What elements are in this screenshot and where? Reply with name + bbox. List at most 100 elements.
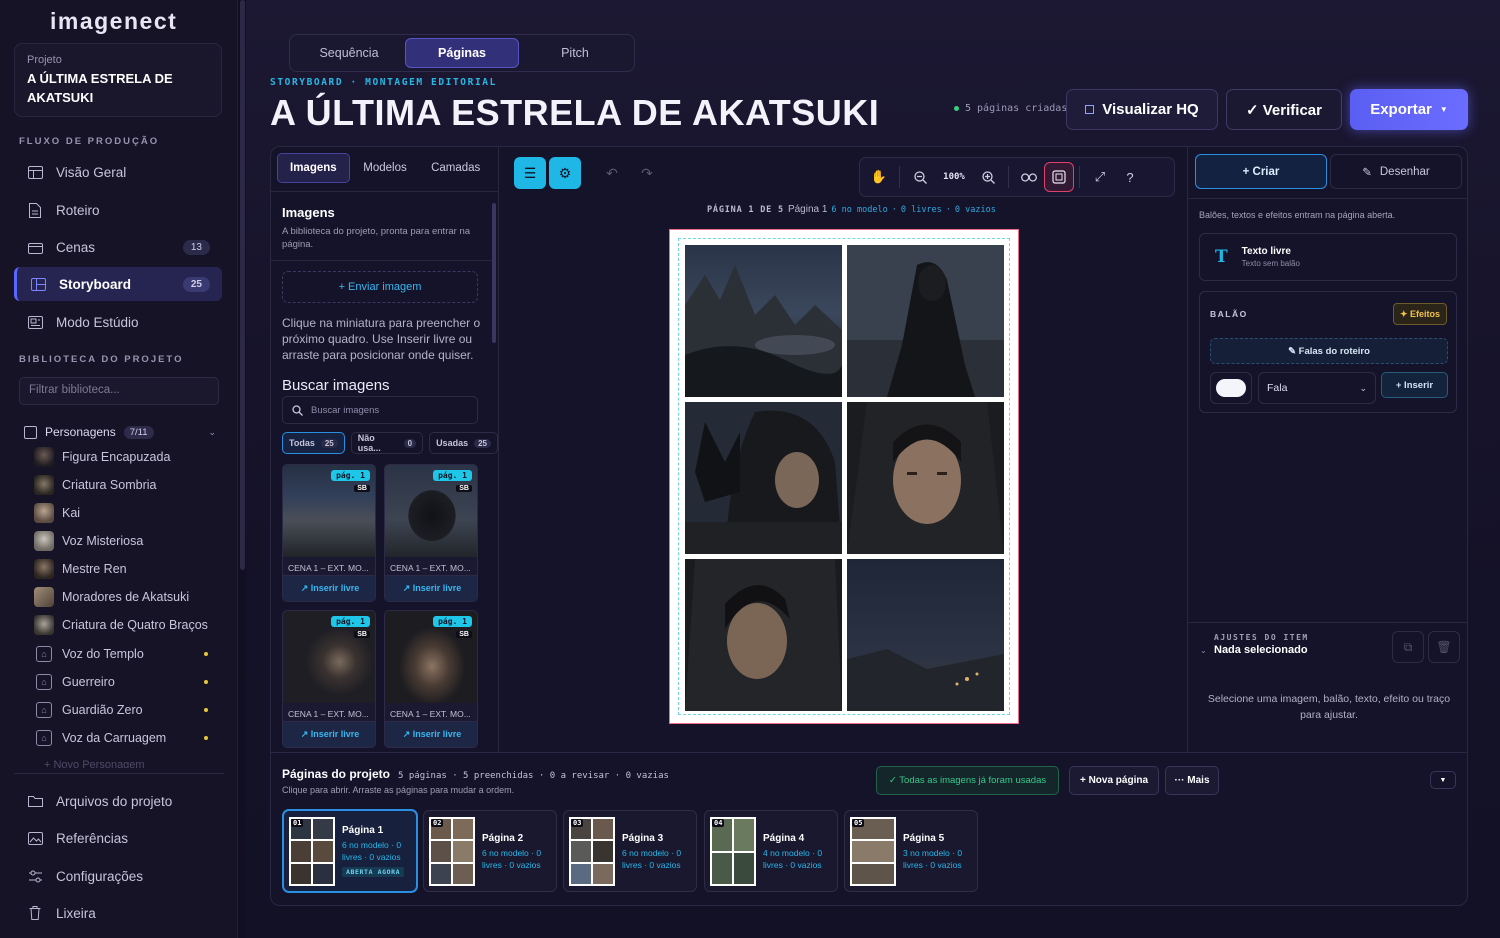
- redo-icon[interactable]: ↷: [631, 157, 663, 189]
- library-tabs: Imagens Modelos Camadas: [277, 153, 491, 183]
- nav-item-roteiro[interactable]: Roteiro: [14, 193, 222, 227]
- nav-item-lixeira[interactable]: Lixeira: [14, 896, 222, 930]
- chevron-down-icon[interactable]: ⌄: [1200, 646, 1207, 655]
- frame-guides-icon[interactable]: [1044, 162, 1074, 192]
- nav-item-referencias[interactable]: Referências: [14, 821, 222, 855]
- image-search-input[interactable]: Buscar imagens: [282, 396, 478, 424]
- more-button[interactable]: ··· Mais: [1165, 766, 1219, 795]
- zoom-in-icon[interactable]: [973, 162, 1003, 192]
- hand-icon[interactable]: ✋: [864, 162, 894, 192]
- balloon-type-select[interactable]: Fala ⌄: [1258, 372, 1376, 404]
- tab-modelos[interactable]: Modelos: [350, 153, 421, 183]
- canvas-area: ☰ ⚙ ↶ ↷ ✋ 100% ⤢ ? PÁGINA 1 DE 5 Página …: [501, 147, 1187, 752]
- tab-sequencia[interactable]: Sequência: [293, 38, 405, 68]
- nav-item-cenas[interactable]: Cenas 13: [14, 230, 222, 264]
- character-item[interactable]: Criatura de Quatro Braços: [34, 614, 214, 636]
- caret-down-icon: ▼: [1439, 105, 1448, 114]
- create-button[interactable]: + Criar: [1195, 154, 1327, 189]
- library-scrollbar[interactable]: [492, 203, 496, 343]
- insert-free-button[interactable]: ↗ Inserir livre: [283, 575, 375, 601]
- page-card[interactable]: 04 Página 4 4 no modelo · 0 livres · 0 v…: [704, 810, 838, 892]
- status-dot: [204, 680, 208, 684]
- export-button[interactable]: Exportar ▼: [1350, 89, 1468, 130]
- zoom-level[interactable]: 100%: [935, 172, 973, 182]
- character-item[interactable]: Moradores de Akatsuki: [34, 586, 214, 608]
- image-thumbnail[interactable]: pág. 1 SB CENA 1 – EXT. MO... ↗ Inserir …: [282, 610, 376, 748]
- nav-item-storyboard[interactable]: Storyboard 25: [14, 267, 222, 301]
- upload-image-button[interactable]: + Enviar imagem: [282, 271, 478, 303]
- tab-camadas[interactable]: Camadas: [420, 153, 491, 183]
- storyboard-tag: SB: [354, 631, 370, 638]
- insert-free-button[interactable]: ↗ Inserir livre: [385, 575, 477, 601]
- scenes-icon: [26, 238, 44, 256]
- nav-item-visao-geral[interactable]: Visão Geral: [14, 155, 222, 189]
- filter-chip-nao-usadas[interactable]: Não usa... 0: [350, 432, 424, 454]
- comic-panel[interactable]: [685, 245, 842, 397]
- comic-panel[interactable]: [685, 402, 842, 554]
- thumbnail-caption: CENA 1 – EXT. MO...: [288, 563, 369, 573]
- comic-panel[interactable]: [685, 559, 842, 711]
- link-icon[interactable]: [1014, 162, 1044, 192]
- insert-balloon-button[interactable]: + Inserir: [1381, 372, 1448, 398]
- page-card[interactable]: 03 Página 3 6 no modelo · 0 livres · 0 v…: [563, 810, 697, 892]
- chevron-down-icon[interactable]: ⌄: [208, 427, 216, 438]
- page-card[interactable]: 05 Página 5 3 no modelo · 0 livres · 0 v…: [844, 810, 978, 892]
- help-icon[interactable]: ?: [1115, 162, 1145, 192]
- all-images-used-badge[interactable]: ✓ Todas as imagens já foram usadas: [876, 766, 1059, 795]
- character-item[interactable]: ⌂ Voz do Templo: [34, 643, 214, 665]
- draw-button[interactable]: ✎ Desenhar: [1330, 154, 1462, 189]
- image-thumbnail[interactable]: pág. 1 SB CENA 1 – EXT. MO... ↗ Inserir …: [384, 464, 478, 602]
- app-logo[interactable]: imagenect: [50, 8, 177, 35]
- flow-section-label: FLUXO DE PRODUÇÃO: [19, 136, 160, 147]
- tab-imagens[interactable]: Imagens: [277, 153, 350, 183]
- view-hq-button[interactable]: Visualizar HQ: [1066, 89, 1218, 130]
- dashboard-icon: [26, 163, 44, 181]
- library-filter-input[interactable]: Filtrar biblioteca...: [19, 377, 219, 405]
- image-thumbnail[interactable]: pág. 1 SB CENA 1 – EXT. MO... ↗ Inserir …: [282, 464, 376, 602]
- character-item[interactable]: ⌂ Guerreiro: [34, 671, 214, 693]
- undo-icon[interactable]: ↶: [596, 157, 628, 189]
- new-page-button[interactable]: + Nova página: [1069, 766, 1159, 795]
- balloon-style-picker[interactable]: [1210, 372, 1252, 404]
- avatar: [34, 475, 54, 495]
- character-item[interactable]: ⌂ Voz da Carruagem: [34, 727, 214, 749]
- insert-free-button[interactable]: ↗ Inserir livre: [283, 721, 375, 747]
- character-item[interactable]: Voz Misteriosa: [34, 530, 214, 552]
- filter-chip-usadas[interactable]: Usadas 25: [429, 432, 498, 454]
- settings-icon[interactable]: ⚙: [549, 157, 581, 189]
- zoom-out-icon[interactable]: [905, 162, 935, 192]
- character-item[interactable]: ⌂ Guardião Zero: [34, 699, 214, 721]
- menu-icon[interactable]: ☰: [514, 157, 546, 189]
- comic-panel[interactable]: [847, 559, 1004, 711]
- expand-icon[interactable]: ⤢: [1085, 162, 1115, 192]
- sidebar-scrollbar[interactable]: [240, 0, 245, 570]
- trash-icon[interactable]: 🗑: [1428, 631, 1460, 663]
- page-card[interactable]: 02 Página 2 6 no modelo · 0 livres · 0 v…: [423, 810, 557, 892]
- effects-button[interactable]: ✦ Efeitos: [1392, 303, 1447, 325]
- script-lines-button[interactable]: ✎ Falas do roteiro: [1210, 338, 1448, 364]
- character-item[interactable]: Figura Encapuzada: [34, 446, 214, 468]
- free-text-option[interactable]: T Texto livre Texto sem balão: [1199, 233, 1457, 281]
- character-item[interactable]: Kai: [34, 502, 214, 524]
- comic-panel[interactable]: [847, 245, 1004, 397]
- comic-page[interactable]: [669, 229, 1019, 724]
- comic-panel[interactable]: [847, 402, 1004, 554]
- character-item[interactable]: Criatura Sombria: [34, 474, 214, 496]
- character-item[interactable]: Mestre Ren: [34, 558, 214, 580]
- collapse-toggle[interactable]: ▼: [1430, 771, 1456, 789]
- page-number-badge: 05: [852, 819, 865, 827]
- characters-group-header[interactable]: Personagens 7/11 ⌄: [24, 424, 216, 440]
- tab-pitch[interactable]: Pitch: [519, 38, 631, 68]
- nav-item-arquivos[interactable]: Arquivos do projeto: [14, 784, 222, 818]
- project-card[interactable]: Projeto A ÚLTIMA ESTRELA DE AKATSUKI: [14, 43, 222, 117]
- page-card[interactable]: 01 Página 1 6 no modelo · 0 livres · 0 v…: [283, 810, 417, 892]
- insert-free-button[interactable]: ↗ Inserir livre: [385, 721, 477, 747]
- tab-paginas[interactable]: Páginas: [405, 38, 519, 68]
- nav-item-configuracoes[interactable]: Configurações: [14, 859, 222, 893]
- new-character-link[interactable]: + Novo Personagem: [44, 758, 145, 768]
- nav-item-modo-estudio[interactable]: Modo Estúdio: [14, 305, 222, 339]
- filter-chip-todas[interactable]: Todas 25: [282, 432, 345, 454]
- verify-button[interactable]: ✓ Verificar: [1226, 89, 1342, 130]
- duplicate-icon[interactable]: ⧉: [1392, 631, 1424, 663]
- image-thumbnail[interactable]: pág. 1 SB CENA 1 – EXT. MO... ↗ Inserir …: [384, 610, 478, 748]
